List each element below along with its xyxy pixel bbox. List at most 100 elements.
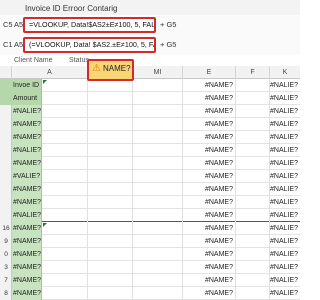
- cell-e[interactable]: #NAME?: [183, 287, 236, 300]
- cell-f[interactable]: [236, 183, 270, 196]
- cell-f[interactable]: [236, 118, 270, 131]
- row-header[interactable]: 0: [0, 248, 12, 261]
- cell-e[interactable]: #NAME?: [183, 144, 236, 157]
- cell-mi[interactable]: [133, 183, 183, 196]
- row-header[interactable]: [0, 170, 12, 183]
- cell-f[interactable]: [236, 248, 270, 261]
- column-header-k[interactable]: K: [270, 66, 300, 79]
- cell-c[interactable]: [88, 92, 133, 105]
- cell-k[interactable]: #NALIE?: [270, 248, 300, 261]
- cell-b[interactable]: [42, 157, 88, 170]
- row-header[interactable]: 7: [0, 274, 12, 287]
- cell-invoice-id[interactable]: #NALIE?: [12, 209, 42, 222]
- cell-mi[interactable]: [133, 92, 183, 105]
- row-header[interactable]: 3: [0, 261, 12, 274]
- cell-f[interactable]: [236, 209, 270, 222]
- row-header[interactable]: 8: [0, 287, 12, 300]
- cell-mi[interactable]: [133, 209, 183, 222]
- cell-f[interactable]: [236, 196, 270, 209]
- cell-k[interactable]: #NALIE?: [270, 170, 300, 183]
- cell-mi[interactable]: [133, 79, 183, 92]
- cell-k[interactable]: #NALIE?: [270, 274, 300, 287]
- row-header[interactable]: [0, 196, 12, 209]
- cell-mi[interactable]: [133, 261, 183, 274]
- cell-k[interactable]: #NALIE?: [270, 287, 300, 300]
- cell-e[interactable]: #NAME?: [183, 183, 236, 196]
- cell-e[interactable]: #NAME?: [183, 209, 236, 222]
- cell-invoice-id[interactable]: #NAME?: [12, 118, 42, 131]
- cell-b[interactable]: [42, 274, 88, 287]
- column-header-e[interactable]: E: [183, 66, 236, 79]
- cell-invoice-id[interactable]: #NAME?: [12, 274, 42, 287]
- cell-k[interactable]: #NALIE?: [270, 144, 300, 157]
- column-header-f[interactable]: F: [236, 66, 270, 79]
- cell-e[interactable]: #NAME?: [183, 79, 236, 92]
- cell-k[interactable]: #NALIE?: [270, 183, 300, 196]
- cell-f[interactable]: [236, 170, 270, 183]
- cell-c[interactable]: [88, 157, 133, 170]
- cell-b[interactable]: [42, 118, 88, 131]
- cell-c[interactable]: [88, 118, 133, 131]
- cell-f[interactable]: [236, 79, 270, 92]
- cell-b[interactable]: [42, 92, 88, 105]
- row-header[interactable]: [0, 157, 12, 170]
- cell-f[interactable]: [236, 235, 270, 248]
- row-header[interactable]: [0, 144, 12, 157]
- cell-e[interactable]: #NAME?: [183, 92, 236, 105]
- cell-f[interactable]: [236, 157, 270, 170]
- cell-b[interactable]: [42, 222, 88, 235]
- cell-k[interactable]: #NALIE?: [270, 157, 300, 170]
- name-error-badge[interactable]: ⚠ NAME?: [87, 59, 134, 81]
- cell-k[interactable]: #NALIE?: [270, 209, 300, 222]
- cell-mi[interactable]: [133, 170, 183, 183]
- cell-b[interactable]: [42, 287, 88, 300]
- row-header[interactable]: [0, 131, 12, 144]
- cell-f[interactable]: [236, 105, 270, 118]
- cell-invoice-id[interactable]: #NALIE?: [12, 105, 42, 118]
- cell-f[interactable]: [236, 261, 270, 274]
- cell-b[interactable]: [42, 261, 88, 274]
- cell-e[interactable]: #NAME?: [183, 170, 236, 183]
- cell-mi[interactable]: [133, 287, 183, 300]
- cell-e[interactable]: #NAME?: [183, 196, 236, 209]
- cell-mi[interactable]: [133, 196, 183, 209]
- cell-k[interactable]: #NALIE?: [270, 105, 300, 118]
- row-header[interactable]: [0, 92, 12, 105]
- cell-mi[interactable]: [133, 105, 183, 118]
- cell-mi[interactable]: [133, 222, 183, 235]
- cell-e[interactable]: #NAME?: [183, 222, 236, 235]
- cell-e[interactable]: #NAME?: [183, 131, 236, 144]
- cell-invoice-id[interactable]: #NAME?: [12, 287, 42, 300]
- cell-b[interactable]: [42, 235, 88, 248]
- cell-f[interactable]: [236, 222, 270, 235]
- cell-b[interactable]: [42, 144, 88, 157]
- cell-c[interactable]: [88, 144, 133, 157]
- row-header[interactable]: 16: [0, 222, 12, 235]
- cell-c[interactable]: [88, 235, 133, 248]
- cell-mi[interactable]: [133, 248, 183, 261]
- cell-invoice-id[interactable]: #NAME?: [12, 157, 42, 170]
- cell-c[interactable]: [88, 209, 133, 222]
- cell-b[interactable]: [42, 105, 88, 118]
- cell-invoice-id[interactable]: #NAME?: [12, 131, 42, 144]
- cell-c[interactable]: [88, 196, 133, 209]
- cell-k[interactable]: #NALIE?: [270, 79, 300, 92]
- cell-invoice-id[interactable]: Amount: [12, 92, 42, 105]
- column-header-mi[interactable]: MI: [133, 66, 183, 79]
- cell-invoice-id[interactable]: #NAME?: [12, 183, 42, 196]
- cell-e[interactable]: #NAME?: [183, 261, 236, 274]
- cell-invoice-id[interactable]: #NAME?: [12, 235, 42, 248]
- cell-e[interactable]: #NAME?: [183, 235, 236, 248]
- cell-mi[interactable]: [133, 157, 183, 170]
- cell-mi[interactable]: [133, 235, 183, 248]
- row-header[interactable]: [0, 118, 12, 131]
- cell-f[interactable]: [236, 92, 270, 105]
- cell-k[interactable]: #NALIE?: [270, 92, 300, 105]
- cell-b[interactable]: [42, 196, 88, 209]
- cell-k[interactable]: #NALIE?: [270, 222, 300, 235]
- cell-c[interactable]: [88, 131, 133, 144]
- cell-k[interactable]: #NALIE?: [270, 196, 300, 209]
- cell-f[interactable]: [236, 287, 270, 300]
- select-all-corner[interactable]: [0, 66, 12, 79]
- cell-k[interactable]: #NALIE?: [270, 131, 300, 144]
